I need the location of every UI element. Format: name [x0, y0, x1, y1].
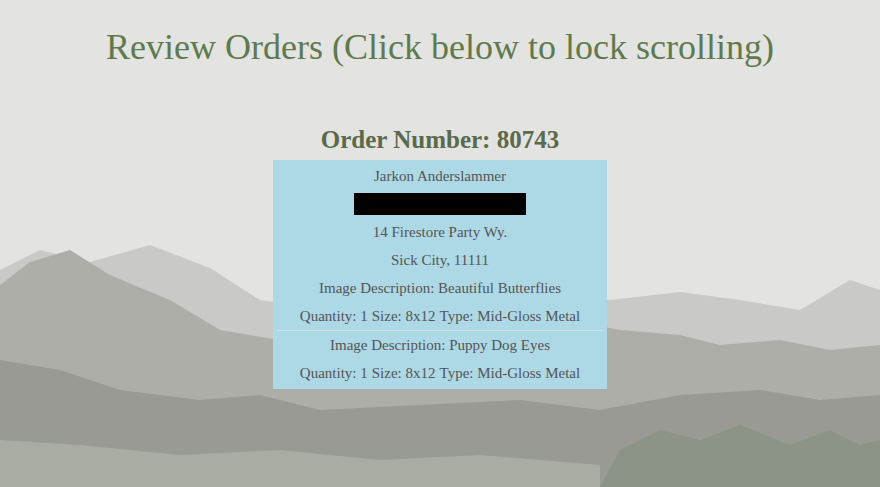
- order-item: Image Description: Puppy Dog EyesQuantit…: [277, 330, 603, 387]
- type: Type: Mid-Gloss Metal: [440, 302, 581, 330]
- city-zip: Sick City, 11111: [391, 246, 489, 274]
- size: Size: 8x12: [372, 302, 436, 330]
- page-title: Review Orders (Click below to lock scrol…: [106, 26, 774, 69]
- street-address: 14 Firestore Party Wy.: [373, 218, 508, 246]
- item-specs: Quantity: 1Size: 8x12Type: Mid-Gloss Met…: [300, 302, 580, 330]
- type: Type: Mid-Gloss Metal: [440, 359, 581, 387]
- size: Size: 8x12: [372, 359, 436, 387]
- item-specs: Quantity: 1Size: 8x12Type: Mid-Gloss Met…: [300, 359, 580, 387]
- image-description: Image Description: Puppy Dog Eyes: [330, 331, 550, 359]
- order-number: Order Number: 80743: [321, 125, 559, 155]
- order-item: Image Description: Beautiful Butterflies…: [277, 274, 603, 330]
- review-orders-page: Review Orders (Click below to lock scrol…: [0, 0, 880, 487]
- image-description: Image Description: Beautiful Butterflies: [319, 274, 561, 302]
- order: Order Number: 80743 Jarkon Anderslammer 14…: [273, 125, 607, 389]
- customer-name: Jarkon Anderslammer: [374, 162, 506, 190]
- quantity: Quantity: 1: [300, 302, 368, 330]
- order-card[interactable]: Jarkon Anderslammer 14 Firestore Party Wy…: [273, 160, 607, 389]
- redacted-field: [354, 193, 526, 215]
- quantity: Quantity: 1: [300, 359, 368, 387]
